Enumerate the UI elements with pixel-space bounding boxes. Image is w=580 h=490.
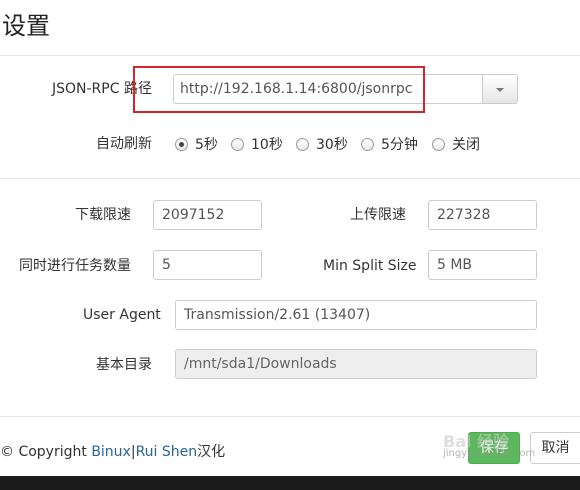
author-ruishen-link[interactable]: Rui Shen [136, 444, 198, 460]
radio-10s[interactable]: 10秒 [231, 134, 283, 154]
highlight-box [133, 66, 425, 113]
rpc-path-dropdown-button[interactable] [482, 74, 518, 104]
radio-off[interactable]: 关闭 [432, 134, 480, 154]
copyright-prefix: © Copyright [0, 444, 92, 460]
caret-down-icon [496, 88, 504, 92]
user-agent-input[interactable]: Transmission/2.61 (13407) [175, 300, 537, 330]
min-split-size-label: Min Split Size [323, 258, 417, 274]
localization-suffix: 汉化 [197, 444, 226, 460]
min-split-size-input[interactable]: 5 MB [428, 250, 537, 280]
author-binux-link[interactable]: Binux [91, 444, 131, 460]
footer-divider [0, 416, 580, 417]
bottom-bar [0, 476, 580, 490]
radio-unchecked-icon [231, 137, 244, 151]
cancel-button[interactable]: 取消 [530, 432, 580, 464]
radio-5s[interactable]: 5秒 [175, 134, 218, 154]
radio-label: 5分钟 [381, 137, 418, 153]
concurrent-tasks-input[interactable]: 5 [153, 250, 262, 280]
user-agent-label: User Agent [83, 307, 161, 323]
download-limit-input[interactable]: 2097152 [153, 200, 262, 230]
auto-refresh-label: 自动刷新 [96, 136, 152, 152]
radio-label: 5秒 [195, 137, 218, 153]
dialog-title: 设置 [2, 12, 50, 40]
save-button[interactable]: 保存 [468, 432, 520, 464]
upload-limit-input[interactable]: 227328 [428, 200, 537, 230]
radio-label: 30秒 [316, 137, 348, 153]
base-directory-input: /mnt/sda1/Downloads [175, 349, 537, 379]
radio-30s[interactable]: 30秒 [296, 134, 348, 154]
download-limit-label: 下载限速 [75, 207, 131, 223]
radio-checked-icon [175, 137, 188, 151]
section-divider [0, 178, 580, 179]
radio-unchecked-icon [296, 137, 309, 151]
radio-label: 关闭 [452, 137, 480, 153]
copyright-text: © Copyright Binux|Rui Shen汉化 [0, 442, 225, 462]
dialog-header: 设置 [0, 0, 580, 56]
radio-unchecked-icon [432, 137, 445, 151]
radio-label: 10秒 [251, 137, 283, 153]
concurrent-tasks-label: 同时进行任务数量 [19, 258, 131, 274]
upload-limit-label: 上传限速 [350, 207, 406, 223]
radio-5min[interactable]: 5分钟 [361, 134, 418, 154]
base-directory-label: 基本目录 [96, 357, 152, 373]
radio-unchecked-icon [361, 137, 374, 151]
